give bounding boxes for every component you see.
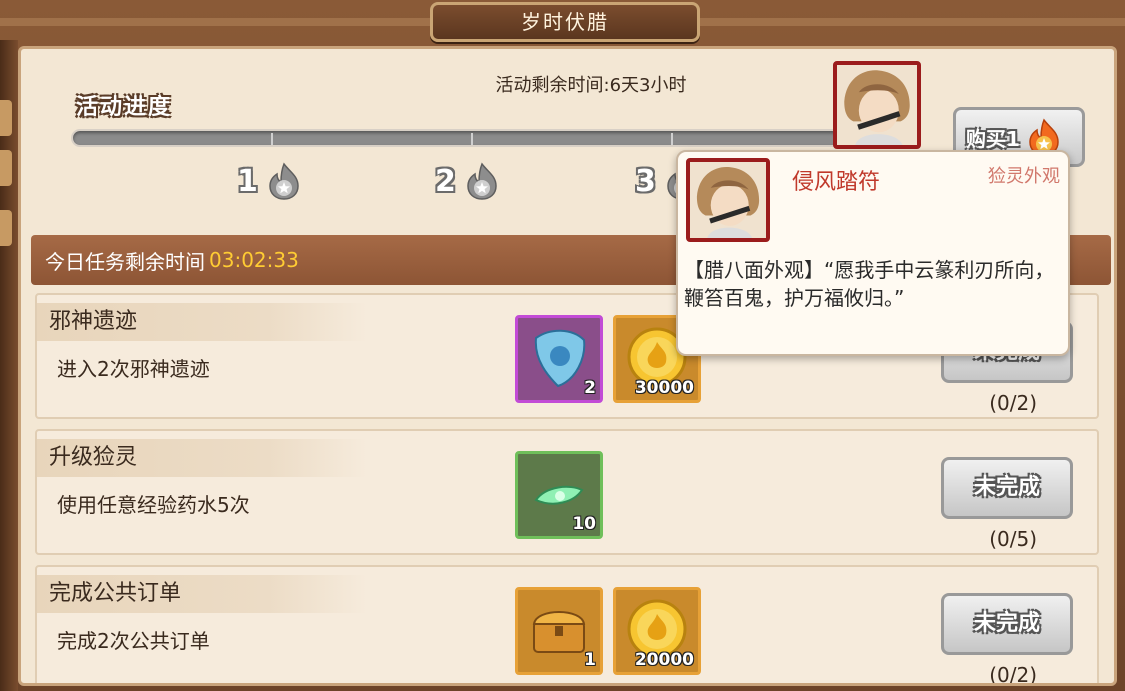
event-panel: 活动剩余时间:6天3小时 活动进度 1 2 3 购买1 今日任务剩余时间 03:… bbox=[18, 46, 1117, 686]
reward-count: 10 bbox=[572, 514, 596, 534]
buy-button-label: 购买1 bbox=[966, 126, 1020, 151]
daily-timer-label: 今日任务剩余时间 bbox=[45, 249, 205, 274]
reward-count: 1 bbox=[584, 650, 596, 670]
final-reward-avatar[interactable] bbox=[833, 61, 921, 149]
reward-count: 30000 bbox=[634, 378, 694, 398]
task-name: 邪神遗迹 bbox=[37, 303, 367, 341]
tooltip-item-name: 侵风踏符 bbox=[792, 170, 881, 195]
tooltip-description: 【腊八面外观】“愿我手中云篆利刃所向，鞭笞百鬼，护万福攸归。” bbox=[684, 258, 1055, 310]
milestone-2[interactable]: 2 bbox=[435, 161, 502, 201]
character-portrait-icon bbox=[837, 65, 917, 145]
tooltip-item-type: 猃灵外观 bbox=[988, 166, 1060, 187]
task-progress: (0/2) bbox=[989, 391, 1037, 415]
gray-flame-star-icon bbox=[264, 162, 304, 200]
event-progress-bar bbox=[71, 129, 841, 147]
event-remaining-time: 活动剩余时间:6天3小时 bbox=[495, 75, 687, 96]
milestone-label: 3 bbox=[635, 163, 656, 199]
task-description: 使用任意经验药水5次 bbox=[57, 493, 250, 517]
task-description: 进入2次邪神遗迹 bbox=[57, 357, 210, 381]
task-progress: (0/5) bbox=[989, 527, 1037, 551]
window-title: 岁时伏腊 bbox=[430, 2, 700, 42]
task-card-2: 升级猃灵 使用任意经验药水5次 10 未完成 (0/5) bbox=[35, 429, 1099, 555]
task-name: 完成公共订单 bbox=[37, 575, 367, 613]
task-description: 完成2次公共订单 bbox=[57, 629, 210, 653]
reward-count: 20000 bbox=[634, 650, 694, 670]
reward-item[interactable]: 1 bbox=[515, 587, 603, 675]
task-name: 升级猃灵 bbox=[37, 439, 367, 477]
milestone-1[interactable]: 1 bbox=[237, 161, 304, 201]
side-tab[interactable] bbox=[0, 150, 12, 186]
daily-timer-value: 03:02:33 bbox=[209, 248, 299, 272]
treasure-chest-icon bbox=[532, 611, 586, 653]
character-portrait-icon bbox=[690, 162, 766, 238]
side-tab[interactable] bbox=[0, 100, 12, 136]
task-card-3: 完成公共订单 完成2次公共订单 1 20000 未完成 (0/2) bbox=[35, 565, 1099, 686]
blue-crystal-icon bbox=[534, 329, 586, 388]
milestone-label: 1 bbox=[237, 163, 258, 199]
task-status-button[interactable]: 未完成 bbox=[941, 593, 1073, 655]
reward-item[interactable]: 2 bbox=[515, 315, 603, 403]
progress-title: 活动进度 bbox=[76, 95, 173, 120]
progress-tick bbox=[671, 133, 673, 145]
side-tab[interactable] bbox=[0, 210, 12, 246]
reward-count: 2 bbox=[584, 378, 596, 398]
task-progress: (0/2) bbox=[989, 663, 1037, 686]
item-tooltip: 侵风踏符 猃灵外观 【腊八面外观】“愿我手中云篆利刃所向，鞭笞百鬼，护万福攸归。… bbox=[676, 150, 1070, 356]
gray-flame-star-icon bbox=[462, 162, 502, 200]
progress-tick bbox=[471, 133, 473, 145]
reward-item[interactable]: 10 bbox=[515, 451, 603, 539]
task-status-button[interactable]: 未完成 bbox=[941, 457, 1073, 519]
reward-item[interactable]: 20000 bbox=[613, 587, 701, 675]
left-side-tabs bbox=[0, 40, 18, 691]
progress-tick bbox=[271, 133, 273, 145]
milestone-label: 2 bbox=[435, 163, 456, 199]
tooltip-avatar bbox=[686, 158, 770, 242]
